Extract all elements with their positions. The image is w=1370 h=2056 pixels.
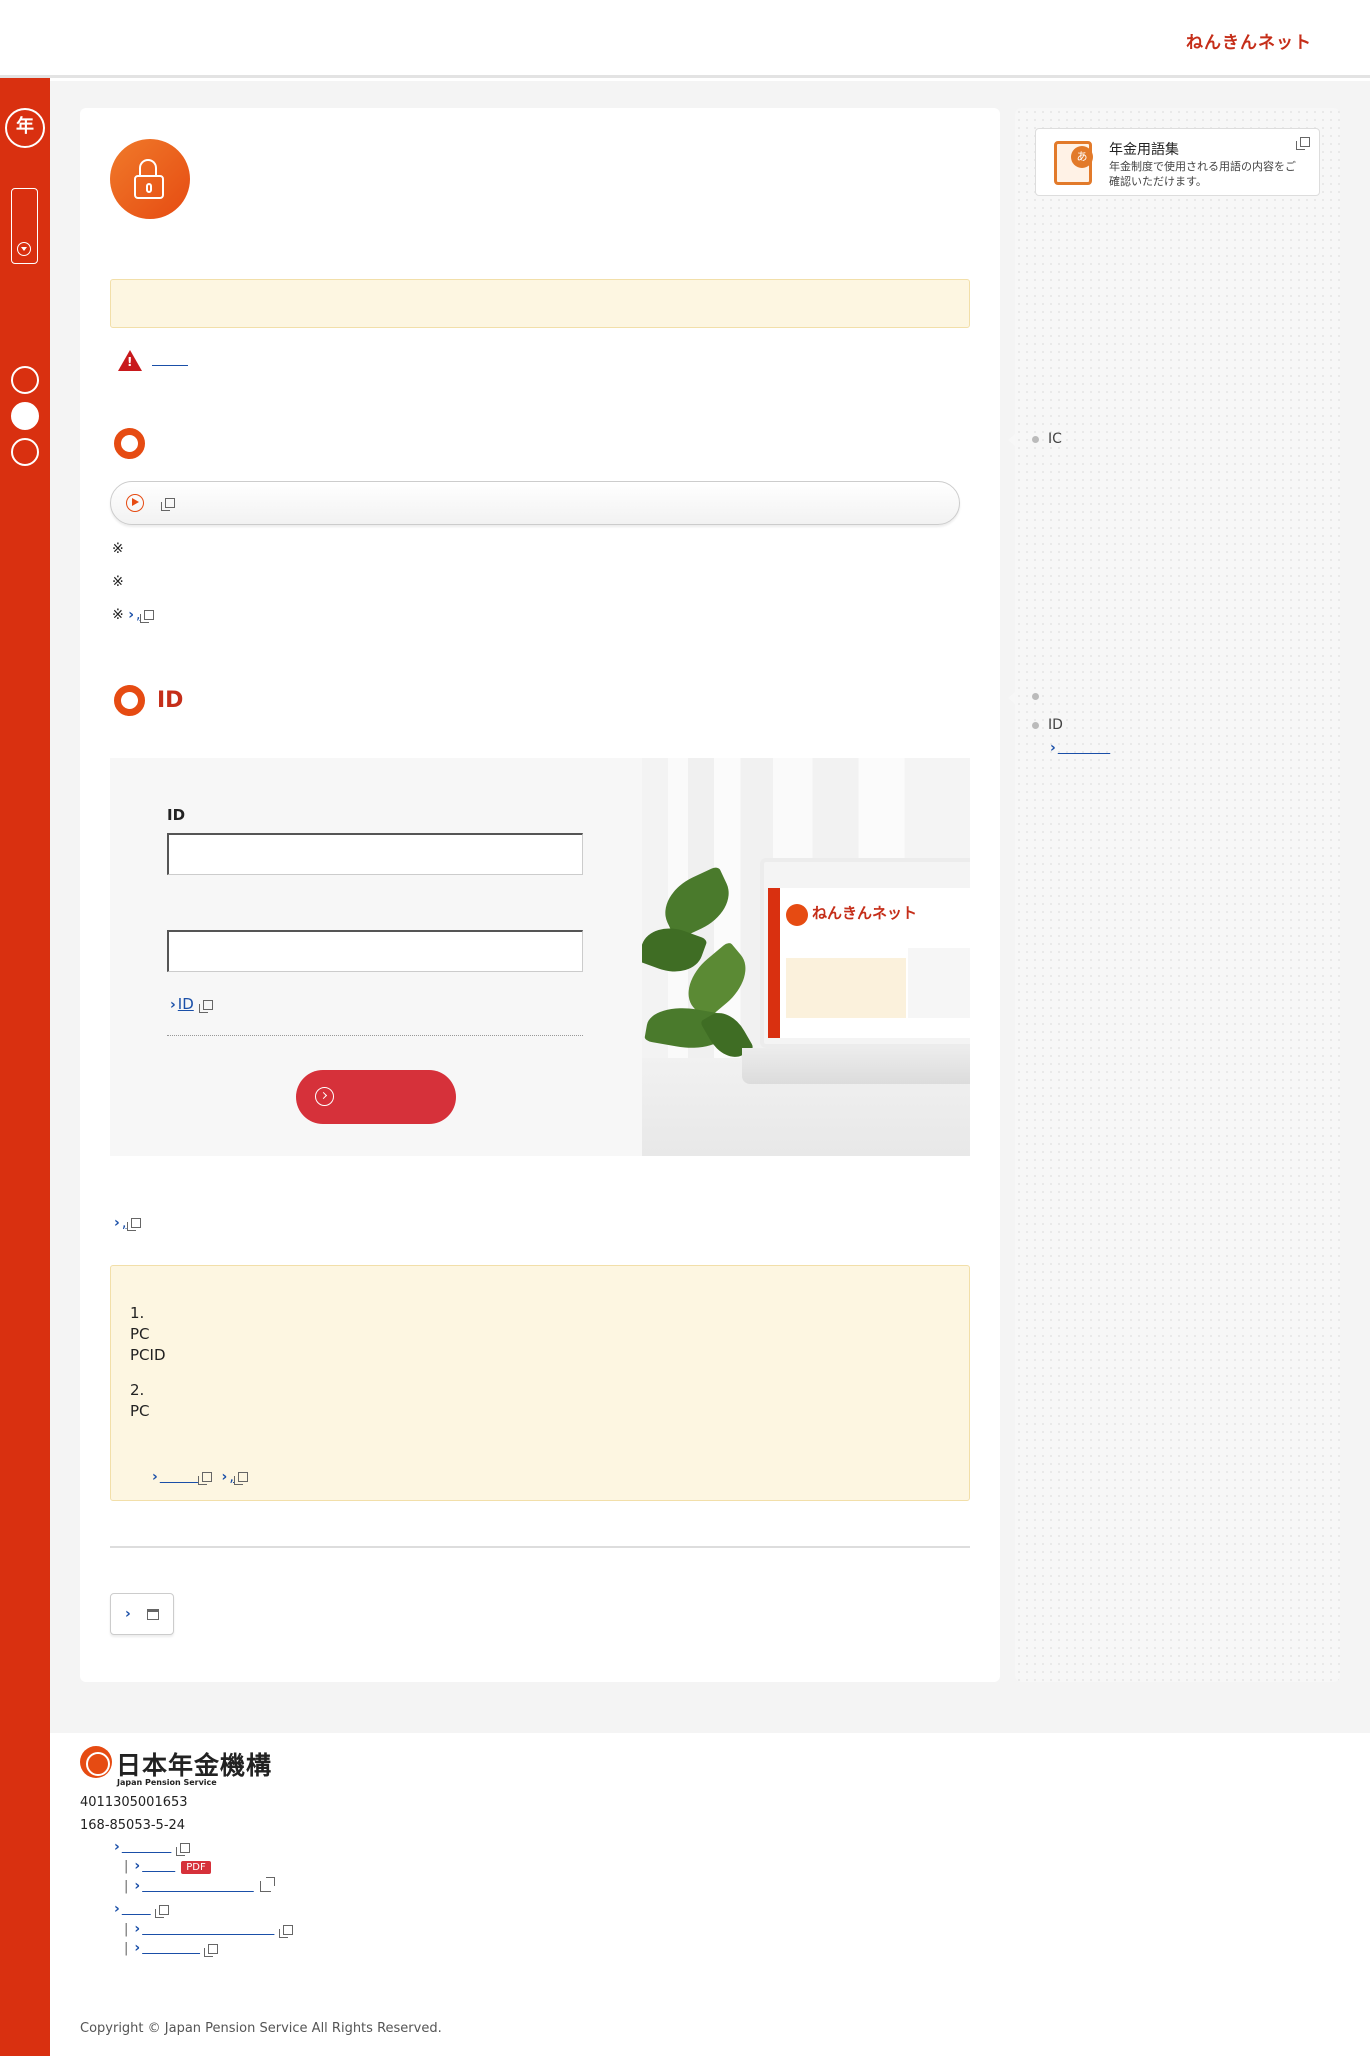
warning-link[interactable]	[152, 352, 188, 366]
bullet-icon	[1032, 693, 1039, 700]
footer-sublink-external[interactable]: | ›	[124, 1877, 275, 1894]
dotted-divider	[167, 1035, 583, 1036]
right-item-id: ID	[1048, 717, 1063, 733]
info-links: › ​ ›,	[152, 1467, 249, 1485]
id-input[interactable]	[167, 833, 583, 875]
chevron-right-icon: ›	[125, 1606, 131, 1622]
glossary-description: 年金制度で使用される用語の内容をご確認いただけます。	[1109, 160, 1296, 188]
password-input[interactable]	[167, 930, 583, 972]
new-window-icon	[175, 1842, 190, 1856]
chevron-right-icon: ›	[134, 1858, 141, 1874]
footer-link-1[interactable]: ›	[114, 1839, 190, 1856]
info-box	[110, 1265, 970, 1501]
arrow-circle-icon	[315, 1087, 334, 1106]
back-button[interactable]: ›	[110, 1593, 174, 1635]
note-2: ※	[112, 574, 124, 590]
new-window-icon	[1296, 137, 1310, 150]
footer-sublink-3[interactable]: | ›	[124, 1921, 293, 1938]
chevron-right-icon: ›	[221, 1469, 228, 1485]
nenkin-net-laptop-image: ねんきんネット	[642, 758, 970, 1156]
callout-pointer	[1008, 432, 1017, 448]
footer-sublink-4[interactable]: | ›	[124, 1940, 219, 1957]
unlock-icon	[110, 139, 190, 219]
pdf-badge: PDF	[181, 1861, 211, 1874]
new-window-icon	[126, 1217, 141, 1231]
right-item-ic: IC	[1048, 431, 1062, 447]
divider	[110, 1546, 970, 1548]
sidebar-circle-2[interactable]	[11, 402, 39, 430]
video-link-button[interactable]	[110, 481, 960, 525]
copyright: Copyright © Japan Pension Service All Ri…	[80, 2021, 442, 2036]
footer-number-1: 4011305001653	[80, 1795, 188, 1810]
sidebar-circle-1[interactable]	[11, 366, 39, 394]
login-button[interactable]	[296, 1070, 456, 1124]
info-item-1: 1. PC PCID	[130, 1304, 166, 1364]
book-icon	[1054, 141, 1093, 185]
chevron-right-icon: ›	[152, 1469, 158, 1485]
chevron-down-icon	[17, 242, 31, 256]
note-1: ※	[112, 541, 124, 557]
footer-org-name: 日本年金機構	[116, 1751, 273, 1780]
chevron-right-icon: ›	[170, 997, 176, 1013]
new-window-icon	[278, 1924, 293, 1938]
footer-org-name-en: Japan Pension Service	[117, 1778, 217, 1787]
note-3: ※ ›,	[112, 607, 155, 623]
chevron-right-icon: ›	[114, 1901, 120, 1917]
play-icon	[126, 494, 144, 512]
footer-logo-icon	[80, 1746, 112, 1778]
new-window-icon	[161, 498, 175, 511]
footer-link-2[interactable]: ›	[114, 1901, 169, 1918]
forgot-id-link[interactable]: › ID	[170, 995, 213, 1013]
right-link[interactable]: ›	[1050, 738, 1110, 756]
sidebar-menu-toggle[interactable]	[11, 188, 38, 264]
chevron-right-icon: ›	[134, 1940, 141, 1956]
sidebar-circle-3[interactable]	[11, 438, 39, 466]
site-header	[0, 0, 1370, 78]
glossary-title: 年金用語集	[1109, 142, 1179, 158]
login-help-link[interactable]: ›,	[114, 1213, 141, 1231]
chevron-right-icon: ›	[1050, 740, 1056, 756]
right-column	[1015, 108, 1340, 1682]
bullet-icon	[1032, 722, 1039, 729]
section-2-title: ID	[157, 688, 184, 713]
brand-name[interactable]: ねんきんネット	[1186, 28, 1312, 53]
warning-icon	[118, 350, 142, 371]
chevron-right-icon: ›	[134, 1878, 141, 1894]
chevron-right-icon: ›	[114, 1215, 120, 1231]
callout-pointer	[1008, 690, 1017, 706]
notice-box	[110, 279, 970, 328]
new-window-icon	[154, 1904, 169, 1918]
section-1-marker-icon	[114, 428, 145, 459]
calendar-icon	[147, 1609, 159, 1620]
new-window-icon	[140, 610, 155, 623]
new-window-icon	[198, 999, 213, 1013]
info-item-2: 2. PC	[130, 1381, 150, 1420]
footer-sublink-pdf[interactable]: | › PDF	[124, 1858, 211, 1874]
bullet-icon	[1032, 436, 1039, 443]
info-link-1[interactable]: ​	[160, 1467, 198, 1485]
external-link-icon	[259, 1877, 275, 1892]
jps-logo-icon[interactable]: 年	[5, 108, 45, 148]
new-window-icon	[204, 1943, 219, 1957]
chevron-right-icon: ›	[128, 607, 134, 623]
new-window-icon	[197, 1471, 212, 1485]
chevron-right-icon: ›	[114, 1839, 120, 1855]
new-window-icon	[234, 1471, 249, 1485]
section-2-marker-icon	[114, 685, 145, 716]
footer-number-2: 168-85053-5-24	[80, 1818, 186, 1833]
id-label: ID	[167, 806, 186, 824]
chevron-right-icon: ›	[134, 1921, 141, 1937]
glossary-card[interactable]: 年金用語集 年金制度で使用される用語の内容をご確認いただけます。	[1035, 128, 1320, 196]
